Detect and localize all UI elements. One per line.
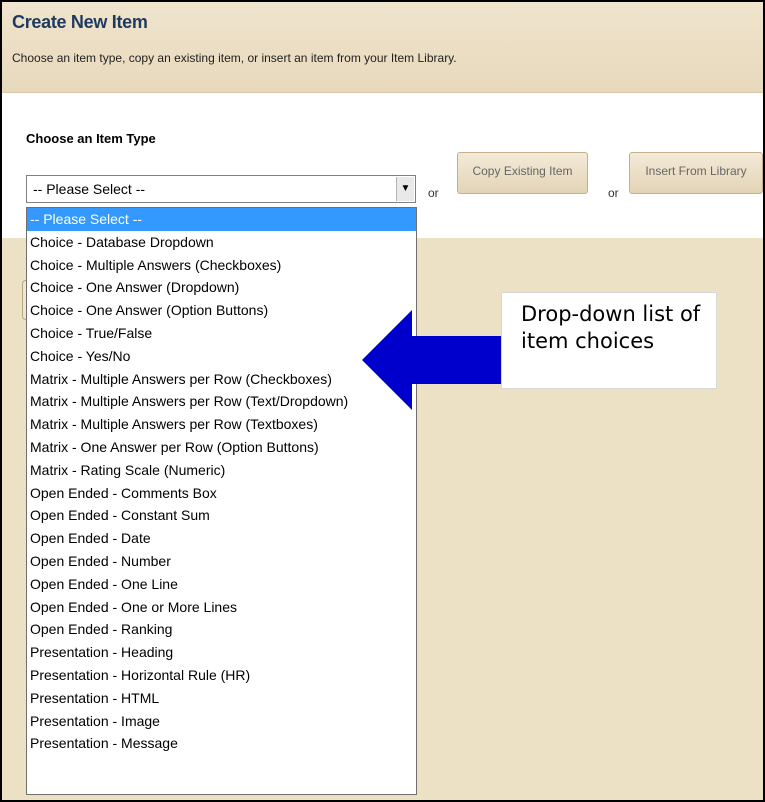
- dropdown-option[interactable]: Choice - One Answer (Dropdown): [27, 276, 416, 299]
- dropdown-option[interactable]: -- Please Select --: [27, 208, 416, 231]
- copy-existing-item-button[interactable]: Copy Existing Item: [457, 152, 588, 194]
- dropdown-option[interactable]: Presentation - Image: [27, 710, 416, 733]
- item-type-dropdown-list[interactable]: -- Please Select -- Choice - Database Dro…: [26, 207, 417, 795]
- annotation-callout: Drop-down list of item choices: [501, 292, 717, 389]
- dropdown-option[interactable]: Presentation - HTML: [27, 687, 416, 710]
- dropdown-option[interactable]: Choice - Yes/No: [27, 345, 416, 368]
- dropdown-option[interactable]: Open Ended - One or More Lines: [27, 596, 416, 619]
- dropdown-option[interactable]: Presentation - Horizontal Rule (HR): [27, 664, 416, 687]
- dropdown-option[interactable]: Open Ended - Number: [27, 550, 416, 573]
- dropdown-option[interactable]: Open Ended - Date: [27, 527, 416, 550]
- dropdown-option[interactable]: Matrix - Multiple Answers per Row (Text/…: [27, 390, 416, 413]
- dropdown-option[interactable]: Matrix - One Answer per Row (Option Butt…: [27, 436, 416, 459]
- dropdown-option[interactable]: Presentation - Heading: [27, 641, 416, 664]
- insert-from-library-button[interactable]: Insert From Library: [629, 152, 763, 194]
- create-item-window: Create New Item Choose an item type, cop…: [0, 0, 765, 802]
- dropdown-option[interactable]: Choice - True/False: [27, 322, 416, 345]
- item-type-select-value: -- Please Select --: [33, 181, 146, 197]
- page-subtitle: Choose an item type, copy an existing it…: [12, 51, 457, 65]
- dropdown-option[interactable]: Open Ended - Comments Box: [27, 482, 416, 505]
- dropdown-option[interactable]: Choice - Multiple Answers (Checkboxes): [27, 254, 416, 277]
- dropdown-option[interactable]: Open Ended - Ranking: [27, 618, 416, 641]
- or-label-1: or: [428, 186, 439, 200]
- dropdown-option[interactable]: Choice - Database Dropdown: [27, 231, 416, 254]
- dropdown-option[interactable]: Matrix - Multiple Answers per Row (Check…: [27, 368, 416, 391]
- page-header: Create New Item Choose an item type, cop…: [2, 2, 763, 93]
- dropdown-option[interactable]: Open Ended - One Line: [27, 573, 416, 596]
- insert-from-library-label: Insert From Library: [645, 164, 747, 178]
- dropdown-option[interactable]: Open Ended - Constant Sum: [27, 504, 416, 527]
- or-label-2: or: [608, 186, 619, 200]
- item-type-label: Choose an Item Type: [26, 131, 156, 146]
- chevron-down-icon[interactable]: ▼: [396, 177, 414, 201]
- dropdown-option[interactable]: Presentation - Message: [27, 732, 416, 755]
- annotation-text: Drop-down list of item choices: [521, 302, 701, 353]
- item-type-select[interactable]: -- Please Select -- ▼: [26, 175, 416, 203]
- left-arrow-icon: [362, 310, 502, 410]
- copy-existing-item-label: Copy Existing Item: [472, 164, 573, 178]
- page-title: Create New Item: [12, 12, 148, 32]
- dropdown-option[interactable]: Matrix - Rating Scale (Numeric): [27, 459, 416, 482]
- dropdown-option[interactable]: Choice - One Answer (Option Buttons): [27, 299, 416, 322]
- dropdown-option[interactable]: Matrix - Multiple Answers per Row (Textb…: [27, 413, 416, 436]
